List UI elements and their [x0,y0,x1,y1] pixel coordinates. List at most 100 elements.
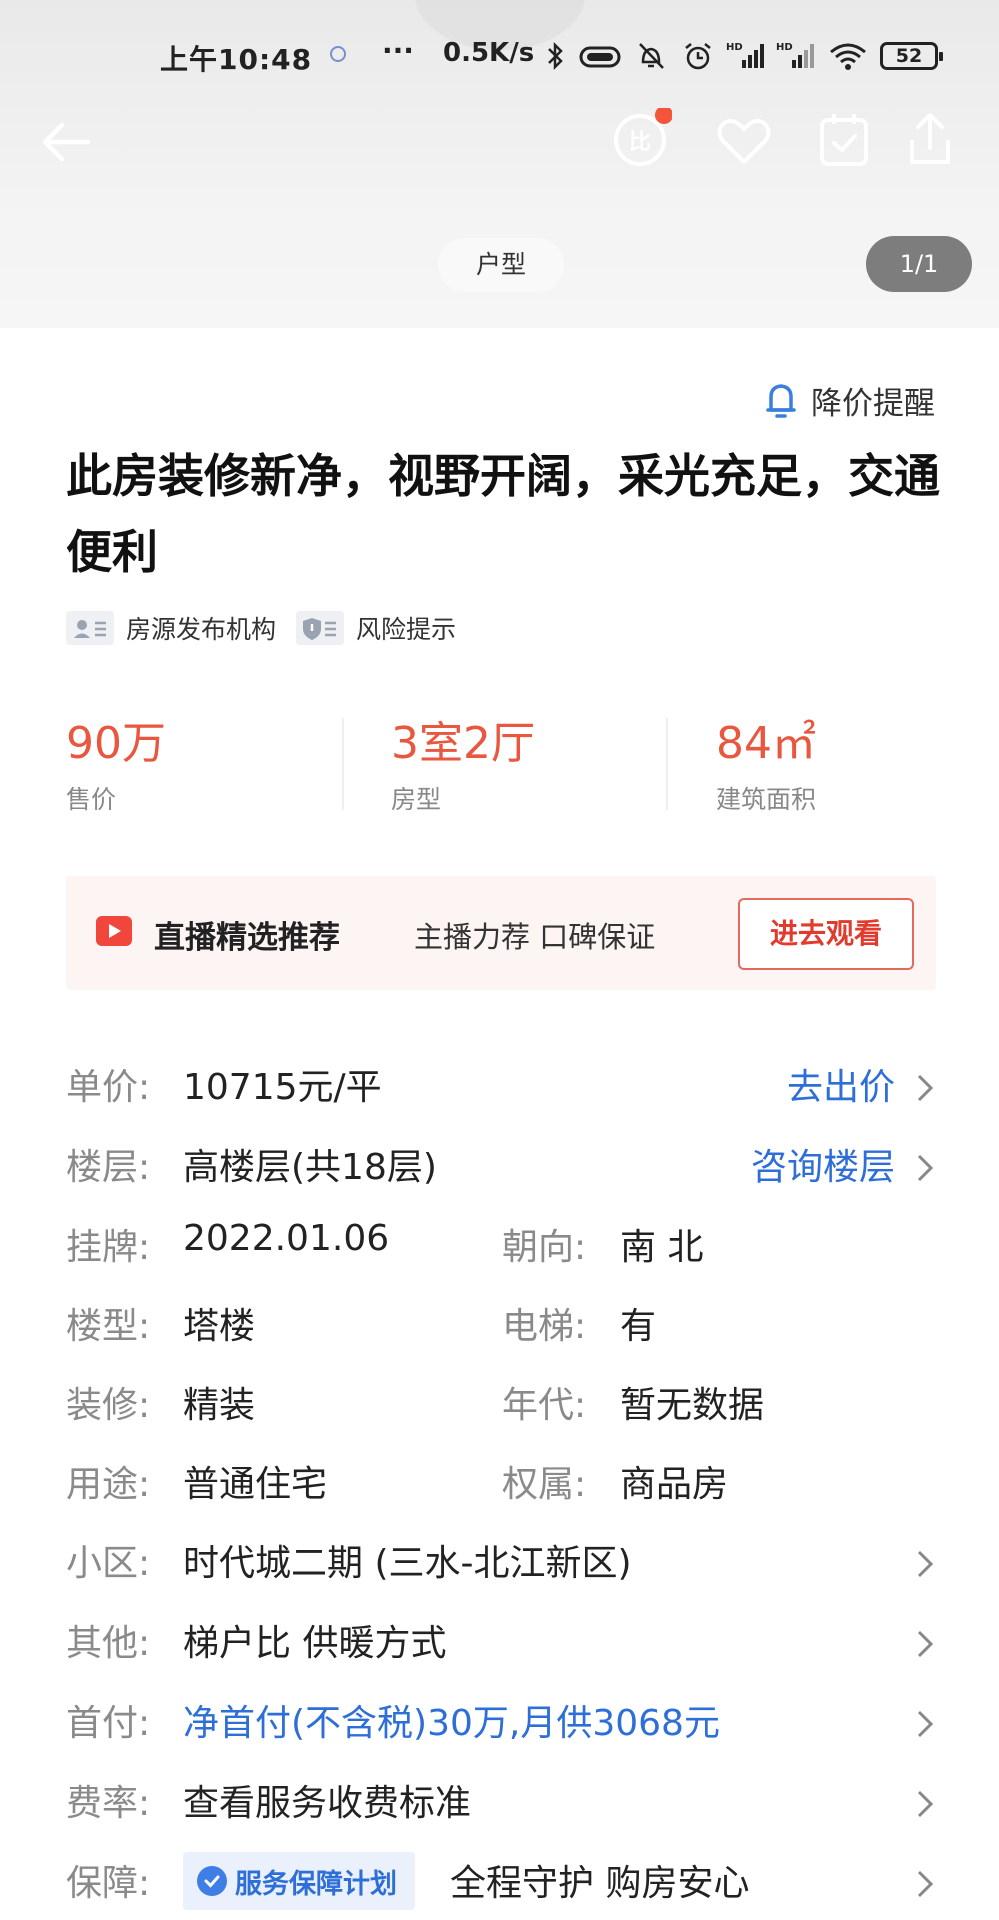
mute-icon [639,43,664,69]
detail-key: 首付: [66,1703,151,1744]
detail-key: 其他: [66,1623,151,1664]
live-subtitle: 主播力荐 口碑保证 [414,920,656,954]
detail-value: 塔楼 [183,1306,256,1347]
listing-content: 降价提醒 此房装修新净，视野开阔，采光充足，交通便利 房源发布机构 风险提示 9… [0,328,999,1920]
bluetooth-icon [548,41,563,71]
detail-key: 用途: [66,1464,151,1505]
detail-value: 普通住宅 [183,1464,328,1505]
chevron-right-icon [917,1630,934,1658]
detail-value: 2022.01.06 [183,1218,390,1259]
detail-key: 费率: [66,1783,151,1824]
detail-row-listing: 挂牌: 2022.01.06 朝向: 南 北 [0,1218,999,1278]
alarm-icon [685,43,711,70]
make-offer-link[interactable]: 去出价 [787,1058,895,1110]
live-tv-icon [96,916,132,946]
chevron-right-icon [917,1710,934,1738]
stat-area: 84㎡ 建筑面积 [716,718,966,816]
down-payment-link[interactable]: 净首付(不含税)30万,月供3068元 [183,1694,720,1746]
detail-value: 南 北 [620,1227,704,1268]
svg-text:HD: HD [776,42,793,53]
back-arrow-icon[interactable] [34,110,98,174]
stat-layout: 3室2厅 房型 [391,718,641,816]
detail-value: 时代城二期 (三水-北江新区) [183,1543,632,1584]
detail-key: 挂牌: [66,1227,151,1268]
detail-key: 小区: [66,1543,151,1584]
detail-value: 高楼层(共18层) [183,1147,437,1188]
detail-row-community[interactable]: 小区: 时代城二期 (三水-北江新区) [0,1534,999,1594]
detail-value: 梯户比 供暖方式 [183,1623,447,1664]
detail-key: 单价: [66,1067,151,1108]
wifi-icon [830,43,866,70]
service-guarantee-badge: 服务保障计划 [183,1852,415,1910]
detail-value: 商品房 [620,1464,729,1505]
agency-card-icon [66,611,114,645]
stat-price-label: 售价 [66,785,117,814]
chevron-right-icon [917,1550,934,1578]
key-stats: 90万 售价 3室2厅 房型 84㎡ 建筑面积 [66,718,936,814]
detail-row-decoration: 装修: 精装 年代: 暂无数据 [0,1376,999,1436]
detail-key: 保障: [66,1863,151,1904]
photo-header: 上午10:48 ··· 0.5K/s HD HD 52 比 户型 1/1 [0,0,999,328]
svg-text:比: 比 [629,130,651,155]
detail-row-guarantee[interactable]: 保障: 服务保障计划 全程守护 购房安心 [0,1852,999,1914]
detail-value: 精装 [183,1385,256,1426]
watch-live-button[interactable]: 进去观看 [738,898,914,970]
detail-row-floor[interactable]: 楼层: 高楼层(共18层) 咨询楼层 [0,1138,999,1198]
detail-value: 查看服务收费标准 [183,1783,472,1824]
favorite-heart-icon[interactable] [712,110,776,174]
detail-key: 朝向: [502,1227,587,1268]
service-guarantee-label: 服务保障计划 [235,1868,397,1900]
detail-key: 电梯: [502,1306,587,1347]
listing-tags: 房源发布机构 风险提示 [66,610,456,646]
status-more: ··· [382,34,414,67]
stat-price-value: 90万 [66,718,166,769]
detail-row-down-payment[interactable]: 首付: 净首付(不含税)30万,月供3068元 [0,1694,999,1754]
stat-price: 90万 售价 [66,718,316,816]
detail-key: 装修: [66,1385,151,1426]
listing-title: 此房装修新净，视野开阔，采光充足，交通便利 [66,449,940,579]
stat-area-value: 84㎡ [716,718,816,769]
risk-notice-link[interactable]: 风险提示 [356,610,456,646]
detail-value: 全程守护 购房安心 [450,1863,750,1904]
chevron-right-icon [917,1870,934,1898]
hd-signal-1-icon: HD [726,42,764,68]
checklist-icon[interactable] [812,108,876,172]
detail-key: 权属: [502,1464,587,1505]
detail-value: 暂无数据 [620,1385,765,1426]
price-drop-alert-button[interactable]: 降价提醒 [763,378,935,422]
ask-floor-link[interactable]: 咨询楼层 [751,1138,895,1190]
price-drop-alert-label: 降价提醒 [811,385,935,422]
agency-link[interactable]: 房源发布机构 [126,610,276,646]
chevron-right-icon [917,1074,934,1102]
stat-divider [342,718,344,810]
svg-text:HD: HD [726,42,743,53]
status-bar: 上午10:48 ··· 0.5K/s HD HD 52 [0,34,999,78]
network-speed: 0.5K/s [443,38,535,68]
stat-layout-value: 3室2厅 [391,718,535,769]
detail-value: 有 [620,1306,657,1347]
verified-check-icon [197,1866,227,1896]
stat-layout-label: 房型 [391,785,442,814]
detail-key: 楼型: [66,1306,151,1347]
chevron-right-icon [917,1790,934,1818]
detail-row-building: 楼型: 塔楼 电梯: 有 [0,1297,999,1357]
compare-icon[interactable]: 比 [608,108,672,172]
data-saver-icon [579,46,621,68]
detail-row-fee[interactable]: 费率: 查看服务收费标准 [0,1774,999,1834]
share-icon[interactable] [898,108,962,172]
detail-value: 10715元/平 [183,1067,382,1108]
status-time: 上午10:48 [160,43,313,76]
stat-divider [666,718,668,810]
risk-shield-icon [296,611,345,645]
tab-floor-plan[interactable]: 户型 [438,238,564,292]
live-title: 直播精选推荐 [154,920,340,956]
detail-row-unit-price[interactable]: 单价: 10715元/平 去出价 [0,1058,999,1118]
detail-row-other[interactable]: 其他: 梯户比 供暖方式 [0,1614,999,1674]
notification-icon [330,46,346,62]
photo-pager: 1/1 [866,236,972,292]
detail-key: 楼层: [66,1147,151,1188]
detail-key: 年代: [502,1385,587,1426]
chevron-right-icon [917,1154,934,1182]
live-recommend-banner: 直播精选推荐 主播力荐 口碑保证 进去观看 [66,876,936,990]
detail-row-usage: 用途: 普通住宅 权属: 商品房 [0,1455,999,1515]
